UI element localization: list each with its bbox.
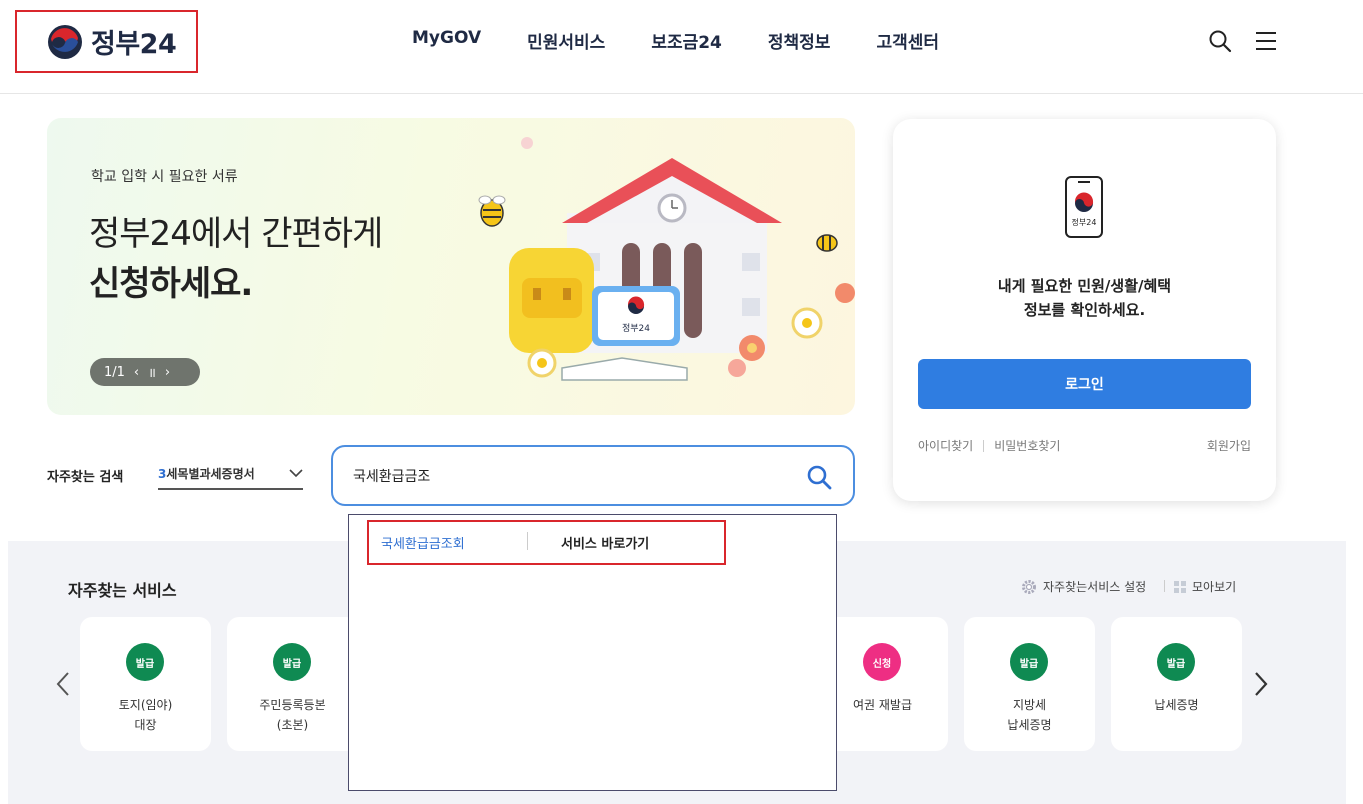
issue-badge: 발급 bbox=[273, 643, 311, 681]
bee-icon bbox=[478, 195, 506, 227]
service-shortcut-link[interactable]: 서비스 바로가기 bbox=[561, 533, 649, 552]
banner-page-count: 1/1 bbox=[104, 364, 125, 380]
banner-title-line1: 정부24에서 간편하게 bbox=[89, 214, 383, 254]
search-input[interactable] bbox=[353, 464, 793, 488]
promo-banner[interactable]: 학교 입학 시 필요한 서류 정부24에서 간편하게 신청하세요. 1/1 ‹ … bbox=[47, 118, 855, 415]
banner-title-line2: 신청하세요. bbox=[89, 264, 253, 304]
frequent-search-term: 세목별과세증명서 bbox=[166, 466, 255, 481]
school-illustration: 정부24 bbox=[478, 137, 855, 381]
search-box bbox=[331, 445, 855, 506]
frequent-search-select[interactable]: 3세목별과세증명서 bbox=[158, 458, 303, 490]
logo[interactable]: 정부24 bbox=[15, 10, 198, 73]
nav-subsidy24[interactable]: 보조금24 bbox=[651, 28, 722, 53]
tablet-logo-text: 정부24 bbox=[622, 323, 650, 334]
hamburger-menu-icon[interactable] bbox=[1253, 28, 1279, 54]
frequent-search-label: 자주찾는 검색 bbox=[47, 470, 124, 485]
services-settings-link[interactable]: 자주찾는서비스 설정 bbox=[1021, 578, 1146, 595]
issue-badge: 발급 bbox=[1010, 643, 1048, 681]
suggestion-divider bbox=[527, 532, 528, 550]
service-card-label: 주민등록등본 (초본) bbox=[259, 698, 326, 732]
grid-icon bbox=[1174, 580, 1186, 593]
gear-icon bbox=[1022, 579, 1036, 594]
login-message-line2: 정보를 확인하세요. bbox=[1023, 301, 1146, 319]
site-header: 정부24 MyGOV 민원서비스 보조금24 정책정보 고객센터 bbox=[0, 0, 1363, 94]
phone-logo-text: 정부24 bbox=[1072, 217, 1097, 227]
banner-prev-button[interactable]: ‹ bbox=[134, 365, 139, 380]
service-card-land-register[interactable]: 발급 토지(임야) 대장 bbox=[80, 617, 211, 751]
taegeuk-logo-icon bbox=[48, 24, 82, 59]
find-id-link[interactable]: 아이디찾기 bbox=[918, 437, 973, 454]
login-button[interactable]: 로그인 bbox=[918, 359, 1251, 409]
services-divider bbox=[1164, 580, 1165, 592]
link-divider bbox=[983, 439, 985, 452]
services-settings-label: 자주찾는서비스 설정 bbox=[1043, 580, 1147, 594]
services-view-all-link[interactable]: 모아보기 bbox=[1174, 578, 1236, 595]
suggestion-item[interactable]: 국세환급금조회 bbox=[381, 533, 465, 552]
banner-next-button[interactable]: › bbox=[165, 365, 170, 380]
issue-badge: 발급 bbox=[1157, 643, 1195, 681]
banner-subtitle: 학교 입학 시 필요한 서류 bbox=[91, 169, 238, 185]
banner-pager: 1/1 ‹ ॥ › bbox=[90, 358, 200, 386]
logo-text: 정부24 bbox=[91, 29, 177, 60]
frequent-services-title: 자주찾는 서비스 bbox=[68, 581, 177, 600]
nav-policy-info[interactable]: 정책정보 bbox=[768, 28, 831, 53]
nav-customer-center[interactable]: 고객센터 bbox=[876, 28, 939, 53]
service-card-resident-register[interactable]: 발급 주민등록등본 (초본) bbox=[227, 617, 358, 751]
join-link[interactable]: 회원가입 bbox=[1207, 437, 1251, 454]
search-autocomplete-dropdown: 국세환급금조회 서비스 바로가기 bbox=[348, 514, 837, 791]
main-nav: MyGOV 민원서비스 보조금24 정책정보 고객센터 bbox=[412, 28, 939, 53]
banner-pause-button[interactable]: ॥ bbox=[148, 363, 156, 381]
login-links: 아이디찾기 비밀번호찾기 bbox=[918, 437, 1060, 454]
find-password-link[interactable]: 비밀번호찾기 bbox=[994, 437, 1060, 454]
chevron-left-icon[interactable] bbox=[53, 669, 73, 699]
frequent-search-value: 3세목별과세증명서 bbox=[158, 465, 255, 482]
nav-civil-service[interactable]: 민원서비스 bbox=[527, 28, 605, 53]
search-icon[interactable] bbox=[1207, 28, 1233, 54]
services-view-all-label: 모아보기 bbox=[1192, 580, 1237, 594]
service-card-local-tax-cert[interactable]: 발급 지방세 납세증명 bbox=[964, 617, 1095, 751]
search-submit-icon[interactable] bbox=[805, 463, 833, 491]
login-message-line1: 내게 필요한 민원/생활/혜택 bbox=[997, 277, 1172, 295]
login-card: 정부24 내게 필요한 민원/생활/혜택 정보를 확인하세요. 로그인 아이디찾… bbox=[893, 119, 1276, 501]
issue-badge: 발급 bbox=[126, 643, 164, 681]
service-card-label: 지방세 납세증명 bbox=[1007, 698, 1052, 732]
chevron-down-icon bbox=[289, 469, 303, 478]
nav-mygov[interactable]: MyGOV bbox=[412, 28, 481, 53]
chevron-right-icon[interactable] bbox=[1251, 669, 1271, 699]
mobile-phone-icon: 정부24 bbox=[1065, 176, 1103, 238]
service-card-label: 토지(임야) 대장 bbox=[118, 698, 173, 732]
service-card-label: 납세증명 bbox=[1154, 698, 1199, 712]
service-card-tax-payment-cert[interactable]: 발급 납세증명 bbox=[1111, 617, 1242, 751]
apply-badge: 신청 bbox=[863, 643, 901, 681]
